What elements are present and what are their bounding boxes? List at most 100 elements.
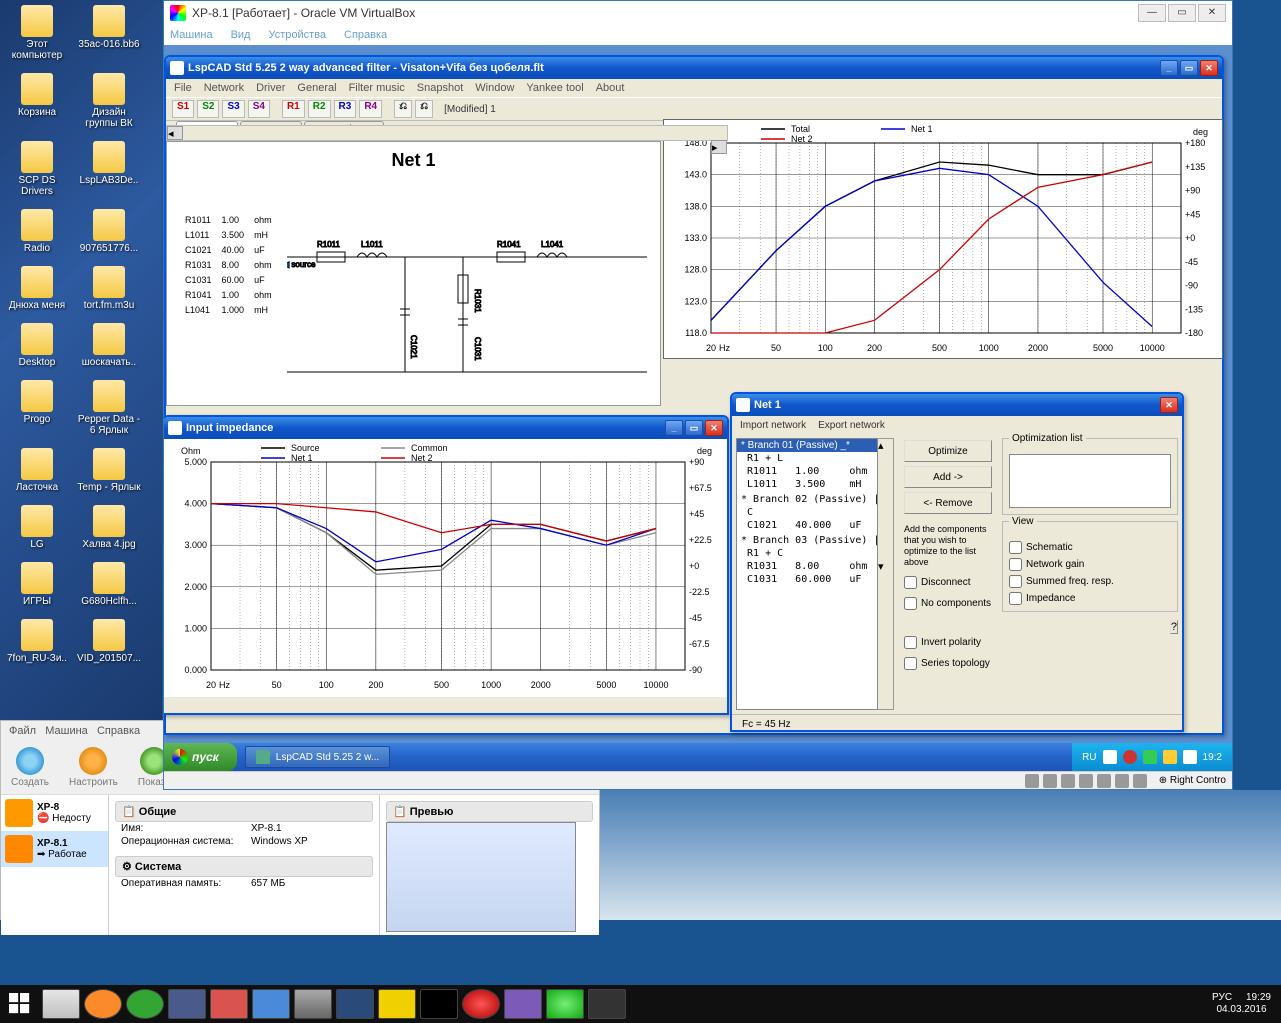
taskbar-app[interactable] [336,989,374,1019]
help-button[interactable]: ? [1170,620,1178,634]
desktop-icon[interactable]: Этот компьютер [5,5,69,61]
desktop-icon[interactable]: 35ac-016.bb6 [77,5,141,61]
minimize-button[interactable]: _ [1160,60,1178,76]
taskbar-app[interactable] [504,989,542,1019]
close-button[interactable]: ✕ [1160,397,1178,413]
taskbar-app[interactable] [210,989,248,1019]
lspcad-titlebar[interactable]: LspCAD Std 5.25 2 way advanced filter - … [166,57,1222,79]
desktop-icon[interactable]: Дизайн группы ВК [77,73,141,129]
desktop-icon[interactable]: ИГРЫ [5,562,69,607]
remove-button[interactable]: <- Remove [904,492,992,514]
disconnect-check[interactable]: Disconnect [904,576,992,589]
desktop-icon[interactable]: Днюха меня [5,266,69,311]
maximize-button[interactable]: ▭ [1180,60,1198,76]
status-icon[interactable] [1025,774,1039,788]
optimization-list[interactable] [1009,454,1171,508]
taskbar-app[interactable] [378,989,416,1019]
status-icon[interactable] [1097,774,1111,788]
vm-item[interactable]: XP-8⛔ Недосту [1,795,108,831]
close-button[interactable]: ✕ [1200,60,1218,76]
scrollbar[interactable]: ▴▾ [878,438,894,710]
toolbar-unknown[interactable]: ⎌ [415,100,433,118]
branch-list[interactable]: * Branch 01 (Passive) _* R1 + L R1011 1.… [736,438,878,710]
taskbar-app[interactable] [84,989,122,1019]
taskbar-app[interactable] [252,989,290,1019]
close-button[interactable]: ✕ [705,420,723,436]
xp-tray[interactable]: RU 19:2 [1072,743,1232,771]
series-check[interactable]: Series topology [904,657,992,670]
xp-taskbar-item[interactable]: LspCAD Std 5.25 2 w... [245,746,390,768]
tool-create[interactable]: Создать [11,747,49,788]
xp-start-button[interactable]: пуск [164,743,237,771]
taskbar-app[interactable] [420,989,458,1019]
toolbar-r3[interactable]: R3 [334,100,357,118]
add-button[interactable]: Add -> [904,466,992,488]
impedance-titlebar[interactable]: Input impedance _ ▭ ✕ [164,417,727,439]
taskbar-app[interactable] [168,989,206,1019]
tool-settings[interactable]: Настроить [69,747,118,788]
tray-icon[interactable] [1183,750,1197,764]
desktop-icon[interactable]: G680Hclfh... [77,562,141,607]
start-button[interactable] [0,985,40,1023]
tray-icon[interactable] [1143,750,1157,764]
desktop-icon[interactable]: Корзина [5,73,69,129]
desktop-icon[interactable]: Temp - Ярлык [77,448,141,493]
status-icon[interactable] [1043,774,1057,788]
close-button[interactable]: ✕ [1198,4,1226,22]
vbox-menubar[interactable]: Машина Вид Устройства Справка [164,25,1232,45]
desktop-icon[interactable]: Pepper Data - 6 Ярлык [77,380,141,436]
status-icon[interactable] [1061,774,1075,788]
tray-icon[interactable] [1123,750,1137,764]
desktop-icon[interactable]: LG [5,505,69,550]
taskbar-app[interactable] [126,989,164,1019]
taskbar-app[interactable] [42,989,80,1019]
nocomponents-check[interactable]: No components [904,597,992,610]
h-scrollbar[interactable]: ◂ ▸ [166,125,728,141]
invert-check[interactable]: Invert polarity [904,636,992,649]
view-check[interactable]: Network gain [1009,558,1171,571]
optimize-button[interactable]: Optimize [904,440,992,462]
desktop-icon[interactable]: tort.fm.m3u [77,266,141,311]
taskbar-app[interactable] [588,989,626,1019]
vm-item[interactable]: XP-8.1➡ Работае [1,831,108,867]
desktop-icon[interactable]: 907651776... [77,209,141,254]
toolbar-r1[interactable]: R1 [282,100,305,118]
toolbar-r2[interactable]: R2 [308,100,331,118]
toolbar-s2[interactable]: S2 [197,100,219,118]
net1-titlebar[interactable]: Net 1 ✕ [732,394,1182,416]
lspcad-menu[interactable]: FileNetworkDriverGeneralFilter musicSnap… [166,79,1222,97]
toolbar-s4[interactable]: S4 [248,100,270,118]
desktop-icon[interactable]: шоскачать.. [77,323,141,368]
tray-icon[interactable] [1163,750,1177,764]
maximize-button[interactable]: ▭ [685,420,703,436]
desktop-icon[interactable]: VID_201507... [77,619,141,664]
desktop-icon[interactable]: SCP DS Drivers [5,141,69,197]
desktop-icon[interactable]: Ласточка [5,448,69,493]
clock[interactable]: РУС 19:29 04.03.2016 [1202,992,1281,1016]
taskbar-app[interactable] [294,989,332,1019]
status-icon[interactable] [1115,774,1129,788]
toolbar-s1[interactable]: S1 [172,100,194,118]
view-check[interactable]: Impedance [1009,592,1171,605]
desktop-icon[interactable]: 7fon_RU-Зи.. [5,619,69,664]
desktop-icon[interactable]: Progo [5,380,69,436]
net1-menu[interactable]: Import network Export network [732,416,1182,434]
minimize-button[interactable]: — [1138,4,1166,22]
view-check[interactable]: Schematic [1009,541,1171,554]
minimize-button[interactable]: _ [665,420,683,436]
desktop-icon[interactable]: Desktop [5,323,69,368]
toolbar-unknown[interactable]: ⎌ [394,100,412,118]
desktop-icon[interactable]: Халва 4.jpg [77,505,141,550]
toolbar-s3[interactable]: S3 [222,100,244,118]
desktop-icon[interactable]: LspLAB3De.. [77,141,141,197]
maximize-button[interactable]: ▭ [1168,4,1196,22]
view-check[interactable]: Summed freq. resp. [1009,575,1171,588]
status-icon[interactable] [1133,774,1147,788]
taskbar-app[interactable] [546,989,584,1019]
taskbar-app[interactable] [462,989,500,1019]
desktop-icon[interactable]: Radio [5,209,69,254]
toolbar-r4[interactable]: R4 [359,100,382,118]
svg-text:+45: +45 [1185,209,1200,219]
tray-icon[interactable] [1103,750,1117,764]
status-icon[interactable] [1079,774,1093,788]
